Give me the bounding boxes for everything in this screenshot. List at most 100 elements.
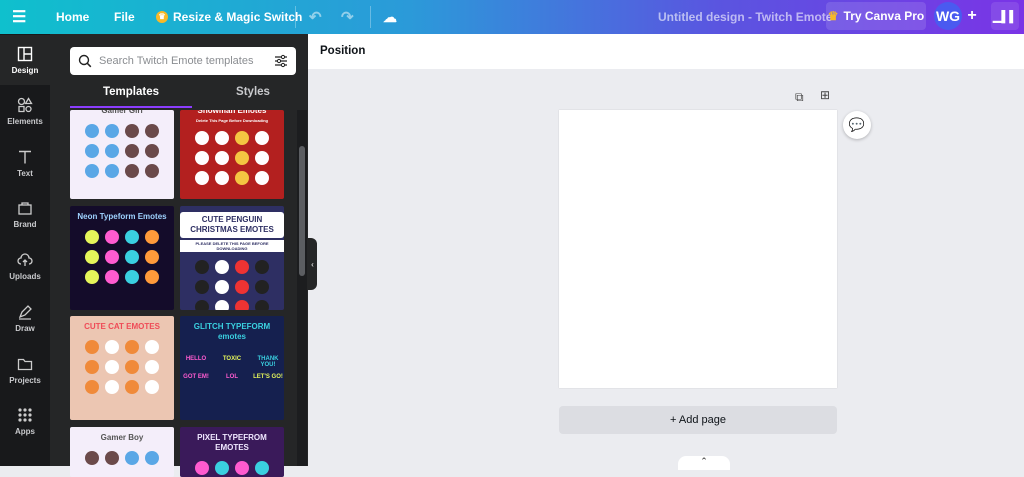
apps-grid-icon — [18, 407, 32, 422]
emote-image — [145, 124, 159, 138]
scrollbar-thumb[interactable] — [299, 146, 305, 276]
template-thumbnail[interactable]: Gamer Boy — [70, 427, 174, 477]
try-pro-button[interactable]: ♛ Try Canva Pro — [826, 2, 926, 30]
divider — [295, 6, 296, 28]
emote-image — [125, 270, 139, 284]
rail-apps[interactable]: Apps — [0, 396, 50, 446]
comment-add-icon[interactable]: 💬 — [843, 111, 871, 139]
template-thumbnail[interactable]: Snowman Emotes Delete This Page Before Do… — [180, 110, 284, 199]
crown-icon: ♛ — [156, 11, 168, 23]
emote-image — [195, 171, 209, 185]
rail-text[interactable]: Text — [0, 138, 50, 188]
divider — [370, 6, 371, 28]
brand-icon — [18, 201, 32, 215]
emote-image — [195, 280, 209, 294]
emote-image — [85, 144, 99, 158]
template-thumbnail[interactable]: CUTE PENGUIN CHRISTMAS EMOTES PLEASE DELE… — [180, 206, 284, 310]
emote-image — [215, 300, 229, 310]
template-title: CUTE CAT EMOTES — [84, 322, 160, 331]
home-button[interactable]: Home — [56, 0, 89, 34]
redo-icon[interactable]: ↷ — [341, 0, 354, 34]
emote-image — [235, 171, 249, 185]
emote-image — [195, 131, 209, 145]
emote-image — [85, 360, 99, 374]
position-button[interactable]: Position — [320, 45, 365, 57]
search-input[interactable]: Search Twitch Emote templates — [70, 47, 296, 75]
emote-image — [145, 144, 159, 158]
template-thumbnail[interactable]: CUTE CAT EMOTES — [70, 316, 174, 420]
emote-image — [255, 461, 269, 475]
top-bar: ☰ Home File ♛ Resize & Magic Switch ↶ ↷ ☁… — [0, 0, 1024, 34]
emote-image — [105, 250, 119, 264]
menu-icon[interactable]: ☰ — [12, 0, 26, 34]
panel-scrollbar[interactable] — [297, 110, 307, 466]
rail-design[interactable]: Design — [0, 35, 50, 85]
rail-uploads[interactable]: Uploads — [0, 241, 50, 291]
emote-image — [255, 171, 269, 185]
undo-icon[interactable]: ↶ — [309, 0, 322, 34]
emote-image — [255, 280, 269, 294]
emote-image — [195, 461, 209, 475]
rail-brand[interactable]: Brand — [0, 189, 50, 239]
emote-image — [125, 340, 139, 354]
layout-icon — [17, 46, 33, 61]
add-page-icon[interactable]: ⊞ — [820, 88, 830, 102]
emote-image — [235, 461, 249, 475]
template-thumbnail[interactable]: PIXEL TYPEFROM EMOTES — [180, 427, 284, 477]
emote-grid — [195, 260, 269, 310]
template-title: Neon Typeform Emotes — [77, 212, 167, 221]
emote-image — [145, 380, 159, 394]
emote-image — [85, 250, 99, 264]
duplicate-page-icon[interactable]: ⧉ — [795, 90, 804, 105]
emote-image — [125, 230, 139, 244]
resize-button[interactable]: ♛ Resize & Magic Switch — [156, 0, 302, 34]
emote-image — [85, 451, 99, 465]
position-toolbar: Position — [308, 34, 1024, 69]
rail-draw[interactable]: Draw — [0, 293, 50, 343]
template-thumbnail[interactable]: Neon Typeform Emotes — [70, 206, 174, 310]
emote-image — [105, 124, 119, 138]
template-title: Gamer Boy — [100, 433, 144, 442]
rail-projects[interactable]: Projects — [0, 345, 50, 395]
rail-elements[interactable]: Elements — [0, 86, 50, 136]
emote-image — [85, 270, 99, 284]
cloud-saved-icon[interactable]: ☁ — [383, 0, 397, 34]
template-word: HELLO — [185, 356, 207, 362]
emote-image — [215, 280, 229, 294]
emote-image — [145, 340, 159, 354]
emote-image — [85, 124, 99, 138]
add-member-button[interactable]: + — [960, 2, 984, 30]
avatar[interactable]: WG — [934, 2, 962, 30]
emote-image — [125, 380, 139, 394]
emote-image — [85, 230, 99, 244]
tab-styles[interactable]: Styles — [192, 86, 314, 98]
emote-image — [195, 151, 209, 165]
template-word: GOT EM! — [183, 374, 209, 380]
emote-image — [85, 164, 99, 178]
design-canvas[interactable] — [559, 110, 837, 388]
template-thumbnail[interactable]: GLITCH TYPEFORM emotes HELLO TOXIC THANK YO… — [180, 316, 284, 420]
emote-image — [145, 451, 159, 465]
folder-icon — [17, 358, 33, 370]
side-rail: Design Elements Text Brand Uploads Draw … — [0, 34, 50, 466]
pen-icon — [18, 304, 32, 320]
add-page-button[interactable]: + Add page — [559, 406, 837, 434]
filter-icon[interactable] — [274, 54, 288, 68]
emote-image — [215, 461, 229, 475]
emote-image — [235, 131, 249, 145]
tab-templates[interactable]: Templates — [70, 86, 192, 98]
emote-image — [125, 164, 139, 178]
chevron-up-icon[interactable]: ⌃ — [678, 456, 730, 470]
collapse-panel-handle[interactable]: ‹ — [308, 238, 317, 290]
emote-image — [125, 360, 139, 374]
file-menu[interactable]: File — [114, 0, 135, 34]
template-subtitle: Delete This Page Before Downloading — [195, 118, 268, 123]
template-word: TOXIC — [222, 356, 242, 362]
template-title: Gamer Girl — [101, 110, 143, 115]
analytics-icon[interactable]: ▁▌▌ — [991, 2, 1019, 30]
emote-image — [105, 270, 119, 284]
design-title[interactable]: Untitled design - Twitch Emote — [658, 0, 832, 34]
template-title: GLITCH TYPEFORM emotes — [193, 322, 271, 341]
template-thumbnail[interactable]: Gamer Girl — [70, 110, 174, 199]
emote-image — [145, 230, 159, 244]
